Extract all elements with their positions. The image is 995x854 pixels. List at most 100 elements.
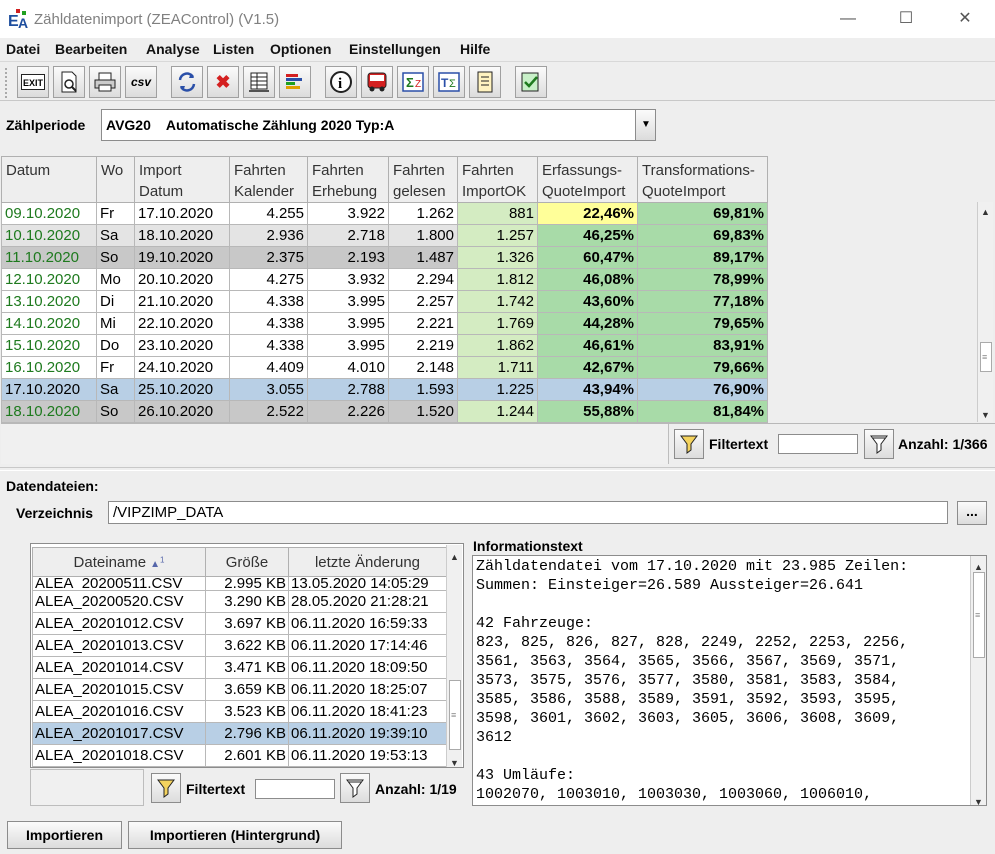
column-header[interactable]: Import Datum — [134, 156, 230, 203]
table-row[interactable]: 14.10.2020 Mi 22.10.2020 4.338 3.995 2.221 1.7… — [1, 312, 768, 335]
column-header[interactable]: Fahrten Erhebung — [307, 156, 389, 203]
header-dateiname[interactable]: Dateiname ▲1 — [32, 547, 206, 577]
scroll-up-icon[interactable] — [450, 547, 459, 563]
exit-button[interactable]: EXIT — [17, 66, 49, 98]
column-header[interactable]: Fahrten ImportOK — [457, 156, 538, 203]
menu-einstellungen[interactable]: Einstellungen — [349, 41, 441, 57]
csv-export-icon: csv — [130, 75, 152, 89]
browse-button[interactable]: ... — [957, 501, 987, 525]
file-row[interactable]: ALEA_20201015.CSV 3.659 KB 06.11.2020 18:2… — [32, 678, 447, 701]
table-row[interactable]: 11.10.2020 So 19.10.2020 2.375 2.193 1.487 1.3… — [1, 246, 768, 269]
scroll-up-icon[interactable] — [974, 557, 983, 573]
header-letzte-aenderung[interactable]: letzte Änderung — [288, 547, 447, 577]
file-row[interactable]: ALEA_20201018.CSV 2.601 KB 06.11.2020 19:5… — [32, 744, 447, 767]
table-row[interactable]: 09.10.2020 Fr 17.10.2020 4.255 3.922 1.262 881… — [1, 202, 768, 225]
delete-button[interactable]: ✖ — [207, 66, 239, 98]
table-row[interactable]: 12.10.2020 Mo 20.10.2020 4.275 3.932 2.294 1.8… — [1, 268, 768, 291]
info-scrollbar[interactable]: ≡ — [970, 556, 986, 805]
scroll-thumb[interactable]: ≡ — [973, 572, 985, 658]
column-header[interactable]: Datum — [1, 156, 97, 203]
list-button[interactable] — [469, 66, 501, 98]
check-button[interactable] — [515, 66, 547, 98]
table-row[interactable]: 10.10.2020 Sa 18.10.2020 2.936 2.718 1.800 1.2… — [1, 224, 768, 247]
sum-button[interactable]: ΣZ — [397, 66, 429, 98]
csv-export-button[interactable]: csv — [125, 66, 157, 98]
file-cell: 06.11.2020 19:53:13 — [288, 744, 447, 767]
menu-bearbeiten[interactable]: Bearbeiten — [55, 41, 127, 57]
print-preview-button[interactable] — [53, 66, 85, 98]
menu-listen[interactable]: Listen — [213, 41, 254, 57]
menu-optionen[interactable]: Optionen — [270, 41, 331, 57]
zaehlperiode-value: AVG20 Automatische Zählung 2020 Typ:A — [106, 117, 395, 133]
file-filter-input[interactable] — [255, 779, 335, 799]
info-button[interactable]: i — [325, 66, 357, 98]
svg-text:T: T — [441, 76, 449, 90]
table-row[interactable]: 16.10.2020 Fr 24.10.2020 4.409 4.010 2.148 1.7… — [1, 356, 768, 379]
table-button[interactable] — [243, 66, 275, 98]
toolbar: EXIT csv ✖ i ΣZ TΣ — [0, 61, 995, 101]
file-clear-filter-button[interactable] — [340, 773, 370, 803]
import-background-button[interactable]: Importieren (Hintergrund) — [128, 821, 342, 849]
column-header[interactable]: Erfassungs- QuoteImport — [537, 156, 638, 203]
toolbar-grip[interactable] — [5, 68, 11, 98]
file-row[interactable]: ALEA_20201012.CSV 3.697 KB 06.11.2020 16:5… — [32, 612, 447, 635]
table-scrollbar[interactable]: ≡ — [977, 202, 993, 422]
column-header[interactable]: Fahrten Kalender — [229, 156, 308, 203]
clear-filter-button[interactable] — [864, 429, 894, 459]
scroll-thumb[interactable]: ≡ — [449, 680, 461, 750]
import-button[interactable]: Importieren — [7, 821, 122, 849]
table-cell: 83,91% — [637, 334, 768, 357]
file-row[interactable]: ALEA_20201014.CSV 3.471 KB 06.11.2020 18:0… — [32, 656, 447, 679]
zaehlperiode-dropdown-button[interactable]: ▼ — [635, 110, 655, 140]
column-header[interactable]: Fahrten gelesen — [388, 156, 458, 203]
menu-hilfe[interactable]: Hilfe — [460, 41, 490, 57]
filter-input[interactable] — [778, 434, 858, 454]
scroll-thumb[interactable]: ≡ — [980, 342, 992, 372]
bar-chart-button[interactable] — [279, 66, 311, 98]
transform-sum-button[interactable]: TΣ — [433, 66, 465, 98]
title-bar: E A Zähldatenimport (ZEAControl) (V1.5) … — [0, 0, 995, 38]
zaehlperiode-select[interactable]: AVG20 Automatische Zählung 2020 Typ:A ▼ — [101, 109, 656, 141]
scroll-down-icon[interactable] — [450, 753, 459, 769]
table-cell: 55,88% — [537, 400, 638, 423]
table-cell: 13.10.2020 — [1, 290, 97, 313]
menu-datei[interactable]: Datei — [6, 41, 40, 57]
column-header[interactable]: Wo — [96, 156, 135, 203]
maximize-button[interactable]: ☐ — [877, 0, 935, 38]
verzeichnis-label: Verzeichnis — [16, 505, 94, 521]
table-cell: 881 — [457, 202, 538, 225]
minimize-button[interactable]: — — [819, 0, 877, 38]
file-list-scrollbar[interactable]: ≡ — [446, 545, 462, 767]
filter-button[interactable] — [674, 429, 704, 459]
scroll-down-icon[interactable] — [981, 405, 990, 421]
split-divider[interactable] — [0, 467, 995, 471]
refresh-button[interactable] — [171, 66, 203, 98]
verzeichnis-input[interactable]: /VIPZIMP_DATA — [108, 501, 948, 524]
table-cell: Fr — [96, 356, 135, 379]
file-cell: 2.995 KB — [205, 576, 289, 591]
close-button[interactable]: ✕ — [936, 0, 994, 38]
header-groesse[interactable]: Größe — [205, 547, 289, 577]
table-row[interactable]: 15.10.2020 Do 23.10.2020 4.338 3.995 2.219 1.8… — [1, 334, 768, 357]
file-row[interactable]: ALEA_20200520.CSV 3.290 KB 28.05.2020 21:2… — [32, 590, 447, 613]
table-row[interactable]: 17.10.2020 Sa 25.10.2020 3.055 2.788 1.593 1.2… — [1, 378, 768, 401]
column-header-line2: QuoteImport — [542, 183, 626, 200]
menu-analyse[interactable]: Analyse — [146, 41, 200, 57]
column-header[interactable]: Transformations- QuoteImport — [637, 156, 768, 203]
bus-button[interactable] — [361, 66, 393, 98]
info-textarea[interactable]: Zähldatendatei vom 17.10.2020 mit 23.985… — [472, 555, 987, 806]
table-cell: 2.788 — [307, 378, 389, 401]
table-icon — [249, 72, 269, 92]
file-row[interactable]: ALEA_20201013.CSV 3.622 KB 06.11.2020 17:1… — [32, 634, 447, 657]
scroll-up-icon[interactable] — [981, 202, 990, 218]
file-row[interactable]: ALEA_20201017.CSV 2.796 KB 06.11.2020 19:3… — [32, 722, 447, 745]
file-filter-button[interactable] — [151, 773, 181, 803]
table-row[interactable]: 13.10.2020 Di 21.10.2020 4.338 3.995 2.257 1.7… — [1, 290, 768, 313]
file-row[interactable]: ALEA_20201016.CSV 3.523 KB 06.11.2020 18:4… — [32, 700, 447, 723]
file-row[interactable]: ALEA_20200511.CSV 2.995 KB 13.05.2020 14:0… — [32, 576, 447, 591]
scroll-down-icon[interactable] — [974, 792, 983, 805]
table-row[interactable]: 18.10.2020 So 26.10.2020 2.522 2.226 1.520 1.2… — [1, 400, 768, 423]
table-cell: 1.244 — [457, 400, 538, 423]
file-cell: ALEA_20200520.CSV — [32, 590, 206, 613]
print-button[interactable] — [89, 66, 121, 98]
